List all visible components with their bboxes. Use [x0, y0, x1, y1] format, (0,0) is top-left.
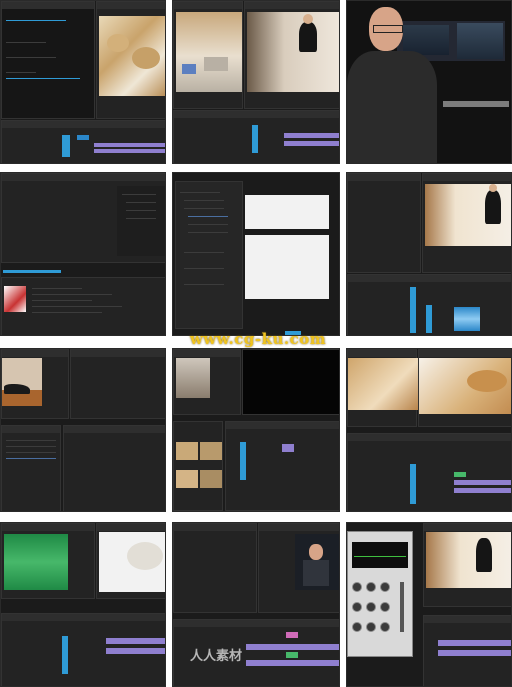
timeline-panel — [1, 120, 165, 163]
timeline-panel — [225, 421, 339, 511]
screenshot-tile-multicam — [172, 348, 340, 512]
program-monitor — [423, 523, 511, 607]
green-waveform — [4, 534, 68, 590]
program-monitor — [70, 349, 165, 419]
screenshot-tile-woman-kitchen — [346, 172, 512, 336]
screenshot-tile-media-browser — [0, 172, 166, 336]
knob[interactable] — [366, 602, 376, 612]
summary-text-box — [245, 195, 329, 229]
project-panel — [1, 425, 61, 511]
screenshot-tile-cookies-closeup — [346, 348, 512, 512]
video-frame-woman — [247, 12, 339, 92]
knob[interactable] — [352, 622, 362, 632]
program-monitor — [96, 523, 165, 599]
screenshot-tile-audio-waveform — [0, 522, 166, 687]
timeline-panel — [173, 110, 339, 163]
clip-info — [1, 277, 165, 335]
audio-monitor — [1, 523, 95, 599]
knob[interactable] — [352, 582, 362, 592]
video-frame-woman — [426, 532, 511, 588]
source-monitor — [173, 349, 241, 415]
video-frame-cookies — [348, 358, 418, 410]
program-monitor — [422, 173, 511, 273]
source-monitor — [347, 349, 418, 427]
knob[interactable] — [380, 622, 390, 632]
source-panel — [1, 1, 95, 119]
keyboard — [443, 101, 509, 107]
screenshot-tile-timeline-cookies — [0, 0, 166, 164]
knob[interactable] — [380, 582, 390, 592]
media-browser-panel — [1, 173, 165, 263]
thumbnail-red-shoe — [4, 286, 26, 312]
screenshot-tile-kitchen-scene — [172, 0, 340, 164]
multicam-grid — [173, 421, 223, 511]
timeline-panel — [63, 425, 165, 511]
timeline-panel — [423, 615, 511, 686]
timeline-panel — [1, 613, 165, 686]
timeline-panel — [347, 433, 511, 511]
program-monitor — [418, 349, 511, 427]
screenshot-tile-audio-effects — [346, 522, 512, 687]
screenshot-tile-shoe-clip — [0, 348, 166, 512]
logo-watermark: 人人素材 — [190, 649, 243, 664]
program-monitor — [258, 523, 339, 613]
source-monitor — [173, 1, 243, 109]
knob[interactable] — [352, 602, 362, 612]
timeline-panel — [347, 274, 511, 335]
knob[interactable] — [366, 582, 376, 592]
knob[interactable] — [380, 602, 390, 612]
audio-effect-dialog — [347, 531, 413, 657]
watermark-text: www.cg-ku.com — [189, 330, 327, 348]
fader[interactable] — [400, 582, 404, 632]
progress-bar — [3, 270, 61, 273]
program-monitor — [96, 1, 165, 119]
eq-graph — [352, 542, 408, 568]
screenshot-tile-export-dialog — [172, 172, 340, 336]
details-text-box — [245, 235, 329, 299]
program-monitor — [244, 1, 339, 109]
video-frame-kitchen — [176, 12, 242, 92]
program-monitor — [242, 349, 339, 415]
source-monitor — [173, 523, 257, 613]
screenshot-tile-instructor-studio — [346, 0, 512, 164]
project-panel — [347, 173, 421, 273]
instructor-body — [347, 51, 437, 163]
knob[interactable] — [366, 622, 376, 632]
source-monitor — [1, 349, 69, 419]
audio-clip-waveform — [454, 307, 480, 331]
file-tree — [175, 181, 243, 329]
